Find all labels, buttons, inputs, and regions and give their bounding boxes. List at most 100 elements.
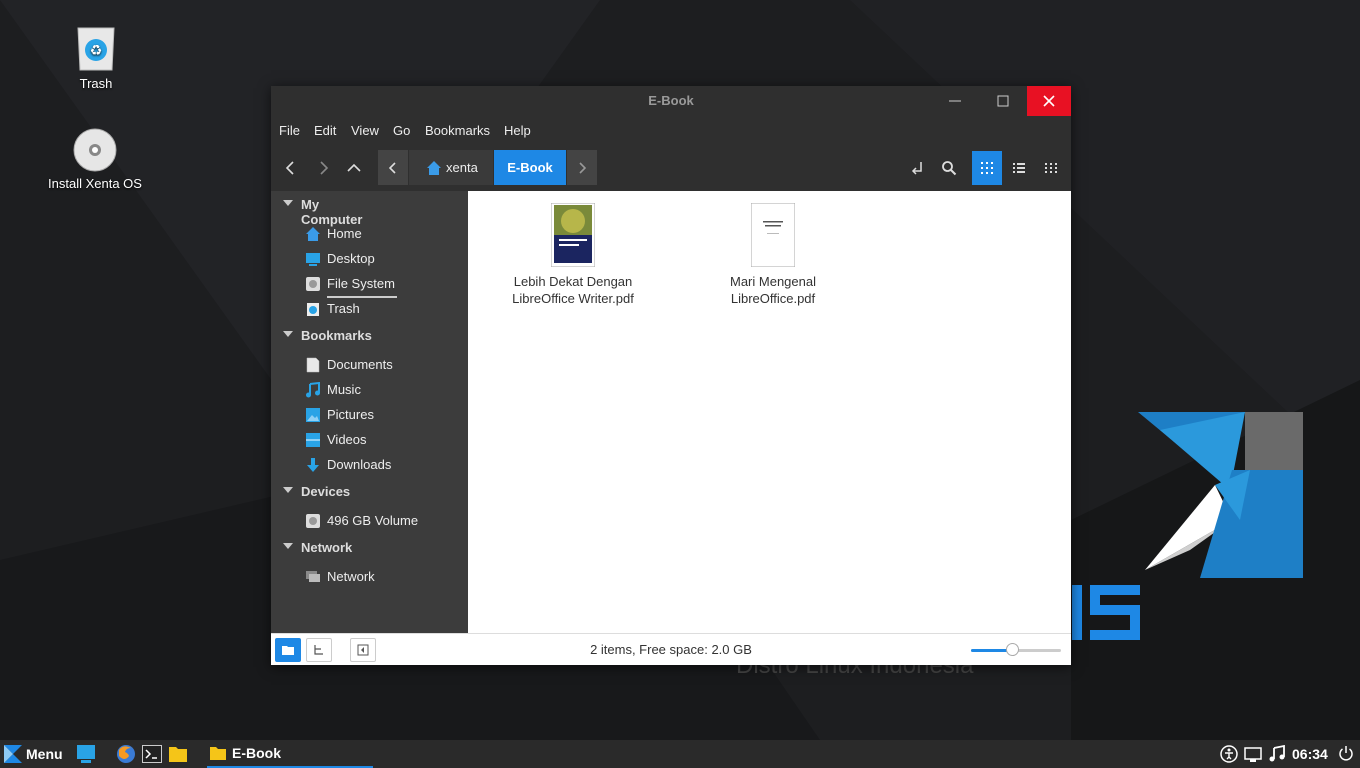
up-button[interactable] bbox=[339, 152, 369, 184]
compact-view-button[interactable] bbox=[1036, 152, 1066, 184]
location-toggle-button[interactable] bbox=[902, 152, 932, 184]
browser-icon bbox=[117, 745, 135, 763]
search-icon bbox=[942, 161, 957, 176]
menu-file[interactable]: File bbox=[279, 123, 300, 138]
file-name-line1: Mari Mengenal bbox=[730, 274, 816, 289]
compact-grid-icon bbox=[1045, 163, 1057, 173]
drive-icon bbox=[306, 514, 320, 528]
trash-icon bbox=[307, 303, 319, 316]
accessibility-tray-icon[interactable] bbox=[1220, 745, 1238, 766]
sidebar-item-music[interactable]: Music bbox=[271, 378, 468, 402]
list-icon bbox=[1013, 163, 1025, 173]
chevron-right-icon bbox=[320, 161, 329, 175]
sidebar: My Computer Home Desktop File System Tra… bbox=[271, 191, 468, 633]
firefox-launcher[interactable] bbox=[116, 744, 136, 767]
file-name-line2: LibreOffice.pdf bbox=[730, 291, 816, 306]
network-tray-icon[interactable] bbox=[1244, 745, 1262, 766]
sidebar-item-home[interactable]: Home bbox=[271, 222, 468, 246]
breadcrumb-left-scroll[interactable] bbox=[378, 150, 408, 185]
close-button[interactable] bbox=[1027, 86, 1071, 116]
sidebar-item-downloads[interactable]: Downloads bbox=[271, 453, 468, 477]
zoom-slider-handle[interactable] bbox=[1005, 643, 1019, 656]
chevron-left-icon bbox=[285, 161, 294, 175]
desktop-trash[interactable]: ♻ Trash bbox=[41, 26, 151, 91]
pictures-icon bbox=[306, 408, 320, 422]
menu-help[interactable]: Help bbox=[504, 123, 531, 138]
breadcrumb-current[interactable]: E-Book bbox=[494, 150, 566, 185]
sidebar-item-trash[interactable]: Trash bbox=[271, 297, 468, 321]
music-icon bbox=[306, 382, 320, 398]
desktop-icon bbox=[77, 745, 95, 763]
sidebar-item-file-system[interactable]: File System bbox=[271, 272, 468, 298]
sidebar-item-videos[interactable]: Videos bbox=[271, 428, 468, 452]
task-e-book[interactable]: E-Book bbox=[207, 740, 373, 768]
files-launcher[interactable] bbox=[168, 744, 188, 767]
folder-icon bbox=[169, 747, 187, 762]
sound-tray-icon[interactable] bbox=[1268, 744, 1286, 766]
status-bar: 2 items, Free space: 2.0 GB bbox=[271, 633, 1071, 665]
sidebar-item-network[interactable]: Network bbox=[271, 565, 468, 589]
home-icon bbox=[306, 227, 320, 241]
pdf-thumbnail-icon bbox=[551, 203, 595, 267]
file-item[interactable]: Mari Mengenal LibreOffice.pdf bbox=[693, 203, 853, 307]
menu-view[interactable]: View bbox=[351, 123, 379, 138]
forward-button[interactable] bbox=[309, 152, 339, 184]
home-icon bbox=[427, 160, 441, 175]
clock[interactable]: 06:34 bbox=[1292, 746, 1328, 762]
start-menu-button[interactable]: Menu bbox=[4, 743, 63, 765]
desktop-install-label: Install Xenta OS bbox=[48, 176, 142, 191]
sidebar-item-documents[interactable]: Documents bbox=[271, 353, 468, 377]
power-button[interactable] bbox=[1338, 745, 1354, 764]
status-text: 2 items, Free space: 2.0 GB bbox=[590, 642, 752, 657]
svg-text:♻: ♻ bbox=[90, 42, 103, 58]
list-view-button[interactable] bbox=[1004, 152, 1034, 184]
sidebar-item-desktop[interactable]: Desktop bbox=[271, 247, 468, 271]
file-name-line1: Lebih Dekat Dengan bbox=[513, 274, 633, 289]
xenta-logo-icon bbox=[4, 745, 22, 763]
power-icon bbox=[1339, 746, 1353, 761]
task-e-book-label: E-Book bbox=[232, 745, 281, 761]
location-icon bbox=[911, 162, 922, 175]
menu-bookmarks[interactable]: Bookmarks bbox=[425, 123, 490, 138]
documents-icon bbox=[306, 357, 320, 373]
title-bar[interactable]: E-Book bbox=[271, 86, 1071, 116]
menu-label: Menu bbox=[26, 746, 63, 762]
terminal-icon bbox=[142, 745, 162, 763]
show-desktop-launcher[interactable] bbox=[76, 744, 96, 767]
taskbar: Menu E-Book 06:34 bbox=[0, 740, 1360, 768]
file-item[interactable]: Lebih Dekat Dengan LibreOffice Writer.pd… bbox=[493, 203, 653, 307]
file-name-line2: LibreOffice Writer.pdf bbox=[512, 291, 634, 306]
drive-icon bbox=[306, 277, 320, 291]
close-icon bbox=[1043, 95, 1055, 107]
trash-icon: ♻ bbox=[74, 26, 118, 72]
file-manager-window: E-Book File Edit View Go Bookmarks Help bbox=[271, 86, 1071, 665]
menu-go[interactable]: Go bbox=[393, 123, 410, 138]
maximize-button[interactable] bbox=[981, 86, 1025, 116]
menu-bar: File Edit View Go Bookmarks Help bbox=[271, 116, 1071, 144]
breadcrumb-right-scroll[interactable] bbox=[567, 150, 597, 185]
sidebar-item-pictures[interactable]: Pictures bbox=[271, 403, 468, 427]
file-view: Lebih Dekat Dengan LibreOffice Writer.pd… bbox=[468, 191, 1071, 633]
breadcrumb-current-label: E-Book bbox=[507, 160, 553, 175]
icon-view-button[interactable] bbox=[972, 151, 1002, 185]
desktop-install-xenta[interactable]: Install Xenta OS bbox=[40, 128, 150, 191]
back-button[interactable] bbox=[275, 152, 305, 184]
terminal-launcher[interactable] bbox=[142, 744, 162, 767]
downloads-icon bbox=[307, 458, 319, 472]
sidebar-item-496gb-volume[interactable]: 496 GB Volume bbox=[271, 509, 468, 533]
pdf-thumbnail-icon bbox=[751, 203, 795, 267]
videos-icon bbox=[306, 433, 320, 447]
minimize-button[interactable] bbox=[933, 86, 977, 116]
toolbar: xenta E-Book bbox=[271, 144, 1071, 191]
breadcrumb-home-label: xenta bbox=[446, 160, 478, 175]
menu-edit[interactable]: Edit bbox=[314, 123, 336, 138]
folder-icon bbox=[210, 747, 226, 760]
zoom-slider[interactable] bbox=[971, 643, 1061, 656]
breadcrumb-home[interactable]: xenta bbox=[409, 150, 493, 185]
search-button[interactable] bbox=[934, 152, 964, 184]
network-icon bbox=[306, 571, 320, 582]
disc-icon bbox=[73, 128, 117, 172]
desktop-trash-label: Trash bbox=[79, 76, 113, 91]
grid-icon bbox=[981, 162, 993, 174]
desktop-icon bbox=[306, 253, 320, 266]
